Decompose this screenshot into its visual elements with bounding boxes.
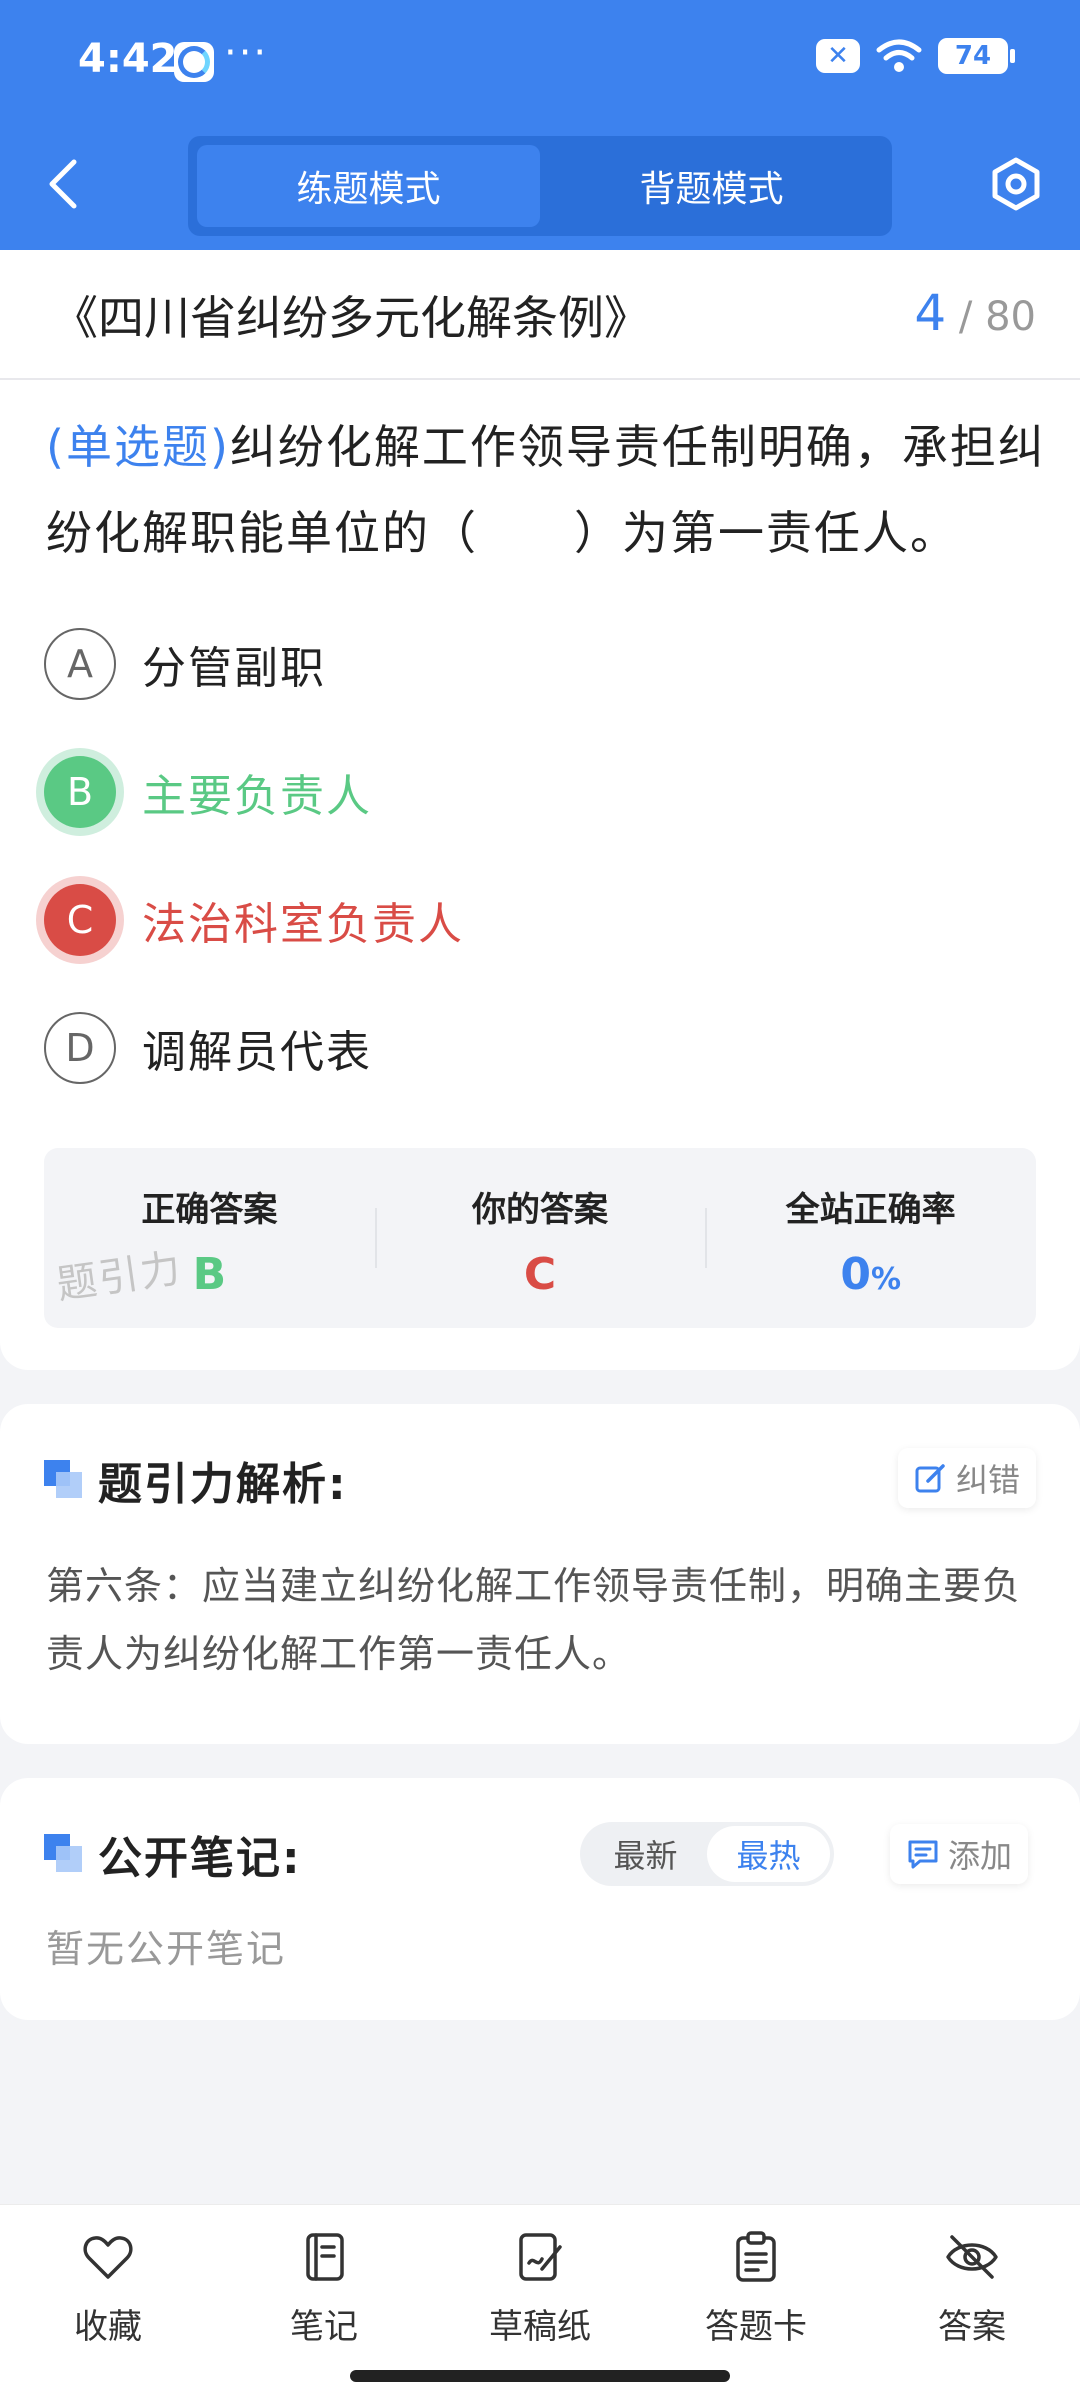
site-accuracy-unit: % [870, 1262, 902, 1297]
report-error-button[interactable]: 纠错 [898, 1448, 1037, 1508]
status-bar: 4:42 ··· ✕ 74 [0, 30, 1080, 96]
notes-title: 公开笔记: [98, 1833, 302, 1884]
option-text: 分管副职 [142, 643, 326, 694]
heart-icon [83, 2236, 133, 2279]
show-answer-button[interactable]: 答案 [864, 2205, 1080, 2400]
question-card: (单选题)纠纷化解工作领导责任制明确，承担纠纷化解职能单位的（ ）为第一责任人。… [0, 380, 1080, 1370]
correct-answer-label: 正确答案 [141, 1190, 278, 1230]
mute-icon: ✕ [816, 39, 860, 73]
your-answer-value: C [523, 1249, 557, 1300]
option-c[interactable]: C 法治科室负责人 [44, 882, 464, 958]
tab-memorize-mode[interactable]: 背题模式 [540, 145, 883, 227]
your-answer-block: 你的答案 C [374, 1148, 706, 1328]
app-notification-icon [174, 42, 214, 82]
app-header: 4:42 ··· ✕ 74 练题模式 背题模式 [0, 0, 1080, 250]
sort-newest[interactable]: 最新 [584, 1826, 707, 1882]
battery-icon: 74 [938, 38, 1015, 74]
total-questions: / 80 [958, 294, 1036, 340]
analysis-text: 第六条：应当建立纠纷化解工作领导责任制，明确主要负责人为纠纷化解工作第一责任人。 [46, 1564, 1022, 1676]
option-letter: C [44, 884, 116, 956]
notes-sort-switch: 最新 最热 [580, 1822, 834, 1886]
analysis-header: 题引力解析: [44, 1448, 348, 1512]
site-accuracy-number: 0 [840, 1249, 871, 1300]
site-accuracy-label: 全站正确率 [785, 1190, 956, 1230]
tab-practice-mode[interactable]: 练题模式 [197, 145, 540, 227]
option-a[interactable]: A 分管副职 [44, 626, 326, 702]
option-letter: B [44, 756, 116, 828]
answer-result-panel: 正确答案 B 题引力 你的答案 C 全站正确率 0% [44, 1148, 1036, 1328]
your-answer-label: 你的答案 [472, 1190, 608, 1230]
report-error-label: 纠错 [956, 1461, 1021, 1499]
add-note-label: 添加 [948, 1837, 1013, 1875]
section-icon [44, 1834, 84, 1874]
question-text: (单选题)纠纷化解工作领导责任制明确，承担纠纷化解职能单位的（ ）为第一责任人。 [46, 404, 1046, 576]
question-progress: 4 / 80 [914, 284, 1036, 342]
more-notifications-icon: ··· [224, 30, 269, 76]
option-text: 法治科室负责人 [142, 899, 464, 950]
paper-title-bar: 《四川省纠纷多元化解条例》 4 / 80 [0, 250, 1080, 380]
favorite-label: 收藏 [74, 2307, 142, 2347]
answer-sheet-icon [736, 2231, 776, 2282]
option-b[interactable]: B 主要负责人 [44, 754, 372, 830]
favorite-button[interactable]: 收藏 [0, 2205, 216, 2400]
current-question-number: 4 [914, 284, 947, 342]
status-time: 4:42 [78, 36, 178, 82]
section-icon [44, 1460, 84, 1500]
wifi-icon [876, 39, 922, 72]
question-type: (单选题) [46, 420, 230, 474]
paper-title: 《四川省纠纷多元化解条例》 [52, 291, 650, 345]
option-text: 调解员代表 [142, 1027, 372, 1078]
back-button[interactable] [40, 156, 90, 212]
analysis-title: 题引力解析: [98, 1459, 348, 1510]
draft-icon [519, 2233, 562, 2281]
notes-header: 公开笔记: [44, 1822, 302, 1886]
show-answer-label: 答案 [938, 2307, 1006, 2347]
notes-label: 笔记 [290, 2307, 358, 2347]
sort-hottest[interactable]: 最热 [707, 1826, 830, 1882]
analysis-card: 题引力解析: 纠错 第六条：应当建立纠纷化解工作领导责任制，明确主要负责人为纠纷… [0, 1404, 1080, 1744]
home-indicator[interactable] [350, 2370, 730, 2382]
comment-icon [908, 1840, 938, 1869]
correct-answer-block: 正确答案 B 题引力 [44, 1148, 375, 1328]
settings-icon[interactable] [988, 156, 1044, 212]
add-note-button[interactable]: 添加 [890, 1824, 1029, 1884]
site-accuracy-block: 全站正确率 0% [705, 1148, 1036, 1328]
edit-icon [915, 1464, 945, 1493]
option-d[interactable]: D 调解员代表 [44, 1010, 372, 1086]
option-text: 主要负责人 [142, 771, 372, 822]
public-notes-card: 公开笔记: 最新 最热 添加 暂无公开笔记 [0, 1778, 1080, 2020]
status-icons: ✕ 74 [816, 38, 1015, 74]
site-accuracy-value: 0% [705, 1249, 1036, 1300]
option-letter: A [44, 628, 116, 700]
notes-empty-text: 暂无公开笔记 [46, 1927, 287, 1971]
draft-paper-label: 草稿纸 [489, 2307, 591, 2347]
answer-sheet-label: 答题卡 [705, 2307, 807, 2347]
mode-switch: 练题模式 背题模式 [188, 136, 892, 236]
eye-off-icon [946, 2235, 998, 2279]
option-letter: D [44, 1012, 116, 1084]
notebook-icon [306, 2233, 344, 2281]
